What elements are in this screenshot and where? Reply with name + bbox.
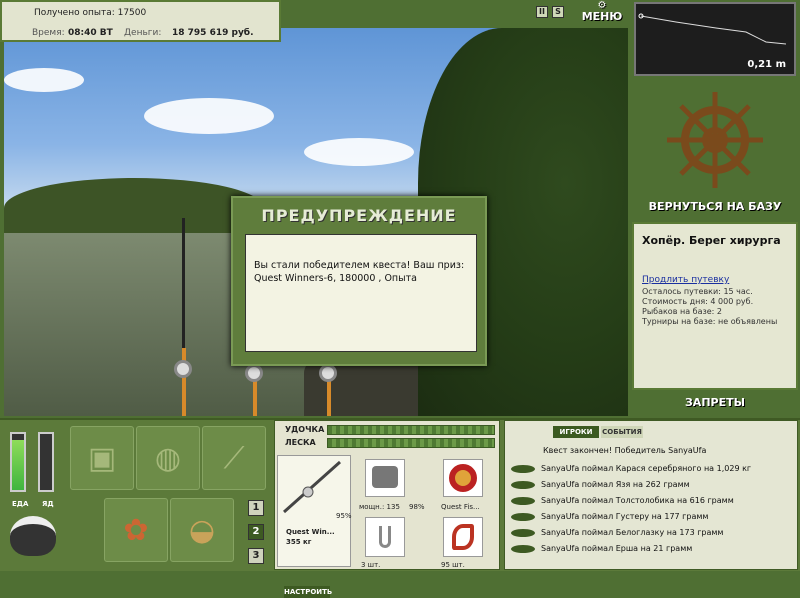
location-name: Хопёр. Берег хирурга xyxy=(642,234,781,247)
menu-label: МЕНЮ xyxy=(581,10,623,23)
extend-permit-link[interactable]: Продлить путевку xyxy=(642,275,788,285)
return-to-base-button[interactable]: ВЕРНУТЬСЯ НА БАЗУ xyxy=(634,200,796,213)
reel-slot[interactable] xyxy=(365,459,405,497)
anglers-count: Рыбаков на базе: 2 xyxy=(642,307,722,316)
reel-1-icon[interactable] xyxy=(174,360,192,378)
log-entry: SanyaUfa поймал Густеру на 177 грамм xyxy=(511,509,708,525)
bans-button[interactable]: ЗАПРЕТЫ xyxy=(634,396,796,409)
log-entry: SanyaUfa поймал Толстолобика на 616 грам… xyxy=(511,493,734,509)
bucket-icon[interactable]: ◒ xyxy=(170,498,234,562)
fish-icon xyxy=(511,496,535,505)
fish-icon xyxy=(511,544,535,553)
worm-icon xyxy=(452,524,474,550)
depth-value: 0,21 m xyxy=(747,59,786,70)
tackle-panel: УДОЧКА ЛЕСКА Quest Win... 355 кг 95% НАС… xyxy=(274,420,500,598)
log-entry: SanyaUfa поймал Карася серебряного на 1,… xyxy=(511,461,751,477)
page-3-button[interactable]: 3 xyxy=(248,548,264,564)
setup-button[interactable]: НАСТРОИТЬ xyxy=(284,586,332,598)
experience-text: Получено опыта: 17500 xyxy=(34,8,147,18)
menu-button[interactable]: ⚙ МЕНЮ xyxy=(580,0,624,24)
bait-basket-icon[interactable]: ✿ xyxy=(104,498,168,562)
rod-name: Quest Win... xyxy=(286,528,335,536)
hook-count: 3 шт. xyxy=(361,561,381,569)
hook-slot[interactable] xyxy=(365,517,405,557)
landing-net-icon[interactable]: ⟋ xyxy=(202,426,266,490)
warning-dialog[interactable]: ПРЕДУПРЕЖДЕНИЕ Вы стали победителем квес… xyxy=(231,196,487,366)
reel-2-icon[interactable] xyxy=(245,364,263,382)
rod-bar-label: УДОЧКА xyxy=(285,425,325,434)
reel-3-icon[interactable] xyxy=(319,364,337,382)
tab-events[interactable]: СОБЫТИЯ xyxy=(601,426,643,438)
fish-icon xyxy=(511,528,535,537)
line-spool-icon xyxy=(449,464,477,492)
fish-icon xyxy=(511,512,535,521)
line-tension-bar xyxy=(327,438,495,448)
page-1-button[interactable]: 1 xyxy=(248,500,264,516)
line-name: Quest Fis... xyxy=(441,503,480,511)
tab-players[interactable]: ИГРОКИ xyxy=(553,426,599,438)
line-slot[interactable] xyxy=(443,459,483,497)
log-entry: SanyaUfa поймал Белоглазку на 173 грамм xyxy=(511,525,723,541)
rod-1-tip xyxy=(182,218,185,348)
sound-button[interactable]: S xyxy=(552,6,564,18)
cloud xyxy=(144,98,274,134)
menu-icon: ⚙ xyxy=(597,0,607,11)
tackle-bag-icon[interactable]: ▣ xyxy=(70,426,134,490)
day-cost: Стоимость дня: 4 000 руб. xyxy=(642,297,754,306)
dialog-title: ПРЕДУПРЕЖДЕНИЕ xyxy=(261,206,457,225)
pause-button[interactable]: II xyxy=(536,6,548,18)
rod-1[interactable] xyxy=(182,348,186,416)
page-2-button[interactable]: 2 xyxy=(248,524,264,540)
player-info-panel: Получено опыта: 17500 Время: 08:40 ВТ Де… xyxy=(0,0,281,42)
log-header: Квест закончен! Победитель SanyaUfa xyxy=(543,446,707,455)
tournaments-status: Турниры на базе: не объявлены xyxy=(642,317,778,326)
cauldron-icon[interactable] xyxy=(10,516,56,556)
line-bar-label: ЛЕСКА xyxy=(285,438,316,447)
cloud xyxy=(304,138,414,166)
treeline-left xyxy=(4,178,264,238)
poison-label: ЯД xyxy=(42,500,54,508)
rod-icon xyxy=(283,460,341,514)
rod-percent: 95% xyxy=(336,512,352,520)
hook-icon xyxy=(379,526,391,548)
food-meter xyxy=(10,432,26,492)
permit-remaining: Осталось путевки: 15 час. xyxy=(642,287,753,296)
food-label: ЕДА xyxy=(12,500,29,508)
reel-percent: 98% xyxy=(409,503,425,511)
food-level xyxy=(12,439,24,490)
fish-icon xyxy=(511,480,535,489)
poison-meter xyxy=(38,432,54,492)
location-panel: Хопёр. Берег хирурга Продлить путевку Ос… xyxy=(632,222,798,390)
top-controls: II S xyxy=(536,6,564,18)
rod-slot[interactable]: Quest Win... 355 кг 95% НАСТРОИТЬ xyxy=(277,455,352,598)
money-label: Деньги: xyxy=(124,28,162,38)
dialog-message: Вы стали победителем квеста! Ваш приз: Q… xyxy=(245,234,477,352)
log-entry: SanyaUfa поймал Язя на 262 грамм xyxy=(511,477,690,493)
reel-icon xyxy=(372,466,398,488)
log-entry: SanyaUfa поймал Ерша на 21 грамм xyxy=(511,541,692,557)
depth-graph: 0,21 m xyxy=(634,2,796,76)
players-log-panel: ИГРОКИ СОБЫТИЯ Квест закончен! Победител… xyxy=(504,420,798,570)
keepnet-icon[interactable]: ◍ xyxy=(136,426,200,490)
bait-count: 95 шт. xyxy=(441,561,465,569)
bait-slot[interactable] xyxy=(443,517,483,557)
time-label: Время: xyxy=(32,28,65,38)
rod-tension-bar xyxy=(327,425,495,435)
money-value: 18 795 619 руб. xyxy=(172,28,254,38)
cloud xyxy=(4,68,84,92)
rod-weight: 355 кг xyxy=(286,538,312,546)
time-value: 08:40 ВТ xyxy=(68,28,113,38)
fish-icon xyxy=(511,464,535,473)
reel-power: мощн.: 135 xyxy=(359,503,400,511)
